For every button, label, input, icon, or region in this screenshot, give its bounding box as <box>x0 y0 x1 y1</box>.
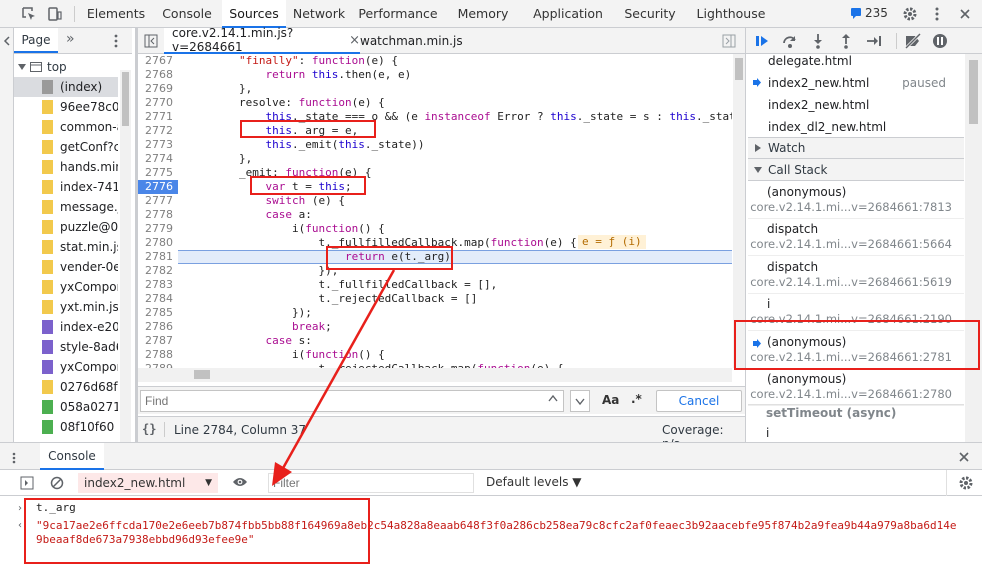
annotation-arrow <box>272 269 396 486</box>
